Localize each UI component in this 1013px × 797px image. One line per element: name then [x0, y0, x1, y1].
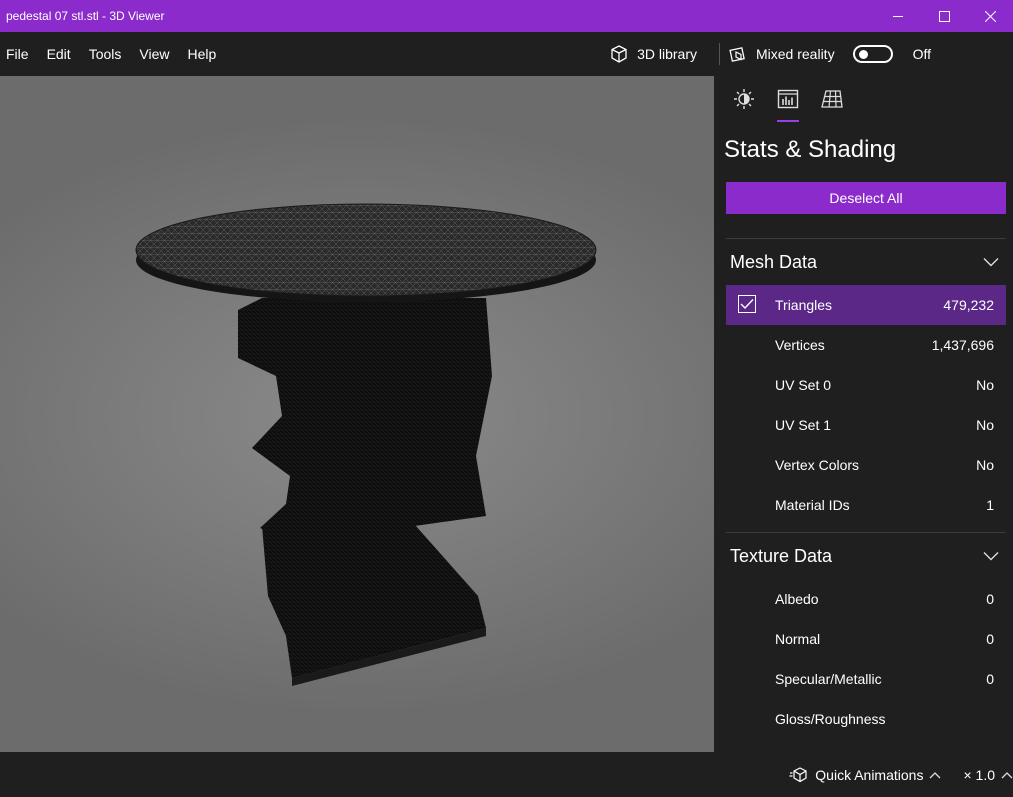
stat-row-material-ids[interactable]: Material IDs 1 [726, 485, 1006, 525]
minimize-icon [892, 15, 903, 17]
maximize-icon [938, 10, 950, 22]
title-bar: pedestal 07 stl.stl - 3D Viewer [0, 0, 1013, 32]
toggle-knob [858, 50, 868, 59]
stats-panel: Stats & Shading Deselect All Mesh Data T… [714, 76, 1013, 752]
minimize-button[interactable] [875, 0, 921, 32]
stats-icon [777, 89, 799, 109]
close-icon [984, 10, 996, 22]
stat-value: 1,437,696 [931, 337, 994, 353]
checkbox-triangles[interactable] [738, 295, 756, 313]
stat-row-normal[interactable]: Normal 0 [726, 619, 1006, 659]
mesh-data-title: Mesh Data [730, 251, 818, 272]
tab-stats[interactable] [766, 76, 810, 122]
chevron-down-icon [983, 552, 999, 561]
menu-bar: File Edit Tools View Help 3D library Mix… [0, 32, 1013, 76]
chevron-up-icon [930, 771, 941, 778]
stat-value: No [976, 457, 994, 473]
mixed-reality-icon [729, 47, 745, 62]
stat-label: Specular/Metallic [775, 671, 882, 687]
stat-value: 0 [986, 631, 994, 647]
quick-animations-label: Quick Animations [815, 766, 924, 783]
panel-tabs [714, 76, 1013, 126]
animation-speed-label: × 1.0 [963, 766, 995, 783]
stat-row-specular-metallic[interactable]: Specular/Metallic 0 [726, 659, 1006, 699]
stat-value: No [976, 377, 994, 393]
animation-speed-button[interactable]: × 1.0 [963, 767, 1013, 783]
texture-data-title: Texture Data [730, 545, 833, 566]
stat-row-triangles[interactable]: Triangles 479,232 [726, 285, 1006, 325]
animation-cube-icon [789, 766, 807, 782]
stat-label: UV Set 0 [775, 377, 832, 393]
stat-value: No [976, 417, 994, 433]
deselect-all-button[interactable]: Deselect All [726, 182, 1006, 214]
mesh-data-header[interactable]: Mesh Data [714, 239, 1013, 285]
window-title: pedestal 07 stl.stl - 3D Viewer [6, 9, 165, 23]
stat-label: Material IDs [775, 497, 850, 513]
stat-row-uv-set-1[interactable]: UV Set 1 No [726, 405, 1006, 445]
menu-separator [718, 43, 720, 65]
chevron-down-icon [983, 258, 999, 267]
texture-data-header[interactable]: Texture Data [714, 533, 1013, 579]
checkmark-icon [740, 299, 754, 310]
stat-row-albedo[interactable]: Albedo 0 [726, 579, 1006, 619]
panel-title: Stats & Shading [724, 136, 897, 163]
close-button[interactable] [967, 0, 1013, 32]
stat-label: Triangles [775, 297, 833, 313]
mixed-reality-group: Mixed reality Off [728, 44, 1013, 64]
grid-icon [821, 90, 843, 108]
stat-row-uv-set-0[interactable]: UV Set 0 No [726, 365, 1006, 405]
stat-label: Vertex Colors [775, 457, 860, 473]
stat-label: Gloss/Roughness [775, 711, 886, 727]
tab-lighting[interactable] [722, 76, 766, 122]
menu-tools[interactable]: Tools [80, 32, 131, 76]
stat-label: UV Set 1 [775, 417, 832, 433]
lighting-icon [734, 89, 754, 109]
3d-library-button[interactable]: 3D library [595, 32, 711, 76]
stat-row-gloss-roughness[interactable]: Gloss/Roughness [726, 699, 1006, 739]
3d-library-label: 3D library [637, 46, 697, 62]
quick-animations-button[interactable]: Quick Animations [789, 766, 941, 784]
tab-grid[interactable] [810, 76, 854, 122]
cube-icon [611, 45, 627, 63]
menu-edit[interactable]: Edit [38, 32, 80, 76]
maximize-button[interactable] [921, 0, 967, 32]
chevron-up-icon [1001, 771, 1013, 778]
3d-viewport[interactable] [0, 76, 714, 752]
menu-help[interactable]: Help [178, 32, 225, 76]
mixed-reality-toggle[interactable] [852, 45, 893, 63]
mixed-reality-label: Mixed reality [755, 46, 835, 62]
stat-value: 479,232 [943, 297, 994, 313]
stat-value: 0 [986, 591, 994, 607]
menu-view[interactable]: View [130, 32, 178, 76]
stat-label: Vertices [775, 337, 825, 353]
stat-row-vertex-colors[interactable]: Vertex Colors No [726, 445, 1006, 485]
status-bar: Quick Animations × 1.0 [0, 752, 1013, 797]
menu-file[interactable]: File [0, 32, 38, 76]
stat-label: Albedo [775, 591, 819, 607]
mixed-reality-state: Off [912, 46, 931, 62]
stat-value: 1 [986, 497, 994, 513]
stat-value: 0 [986, 671, 994, 687]
stat-row-vertices[interactable]: Vertices 1,437,696 [726, 325, 1006, 365]
pedestal-model[interactable] [0, 76, 714, 752]
stat-label: Normal [775, 631, 821, 647]
